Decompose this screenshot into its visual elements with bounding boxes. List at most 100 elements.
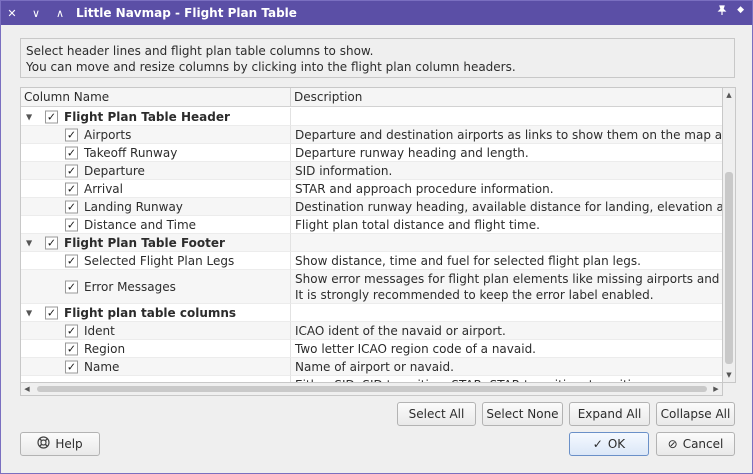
description-text: STAR and approach procedure information. xyxy=(295,181,554,196)
maximize-icon[interactable]: ∧ xyxy=(52,5,68,21)
row-label: Selected Flight Plan Legs xyxy=(84,253,235,268)
tree-group-row[interactable]: ▼ ✓ Flight Plan Table Header xyxy=(21,108,722,126)
column-name-cell: ✓ Selected Flight Plan Legs xyxy=(21,252,291,270)
row-checkbox[interactable]: ✓ xyxy=(45,236,58,249)
ok-button[interactable]: ✓ OK xyxy=(569,432,649,456)
description-cell: STAR and approach procedure information. xyxy=(291,180,722,198)
vertical-scroll-thumb[interactable] xyxy=(725,172,733,364)
help-label: Help xyxy=(55,437,83,451)
row-checkbox[interactable]: ✓ xyxy=(65,280,78,293)
tree-row[interactable]: ✓ Selected Flight Plan Legs Show distance,… xyxy=(21,252,722,270)
row-checkbox[interactable]: ✓ xyxy=(65,342,78,355)
row-label: Distance and Time xyxy=(84,217,197,232)
expand-arrow-icon[interactable]: ▼ xyxy=(26,308,32,317)
horizontal-scroll-thumb[interactable] xyxy=(37,386,707,392)
row-checkbox[interactable]: ✓ xyxy=(65,254,78,267)
tree-row[interactable]: ✓ Airports Departure and destination airpo… xyxy=(21,126,722,144)
description-text: Show error messages for flight plan elem… xyxy=(295,271,722,286)
description-cell: Either SID, SID transition, STAR, STAR t… xyxy=(291,376,722,383)
description-text: ICAO ident of the navaid or airport. xyxy=(295,323,506,338)
info-line-1: Select header lines and flight plan tabl… xyxy=(26,44,374,58)
description-cell: Flight plan total distance and flight ti… xyxy=(291,216,722,234)
tree-row[interactable]: ✓ Distance and Time Flight plan total dist… xyxy=(21,216,722,234)
description-cell: Name of airport or navaid. xyxy=(291,358,722,376)
info-line-2: You can move and resize columns by click… xyxy=(26,60,516,74)
row-checkbox[interactable]: ✓ xyxy=(65,146,78,159)
description-cell: Show distance, time and fuel for selecte… xyxy=(291,252,722,270)
column-name-cell: ▼ ✓ Flight Plan Table Header xyxy=(21,108,291,126)
tree-row[interactable]: ✓ Arrival STAR and approach procedure info… xyxy=(21,180,722,198)
tree-row[interactable]: ✓ Region Two letter ICAO region code of a … xyxy=(21,340,722,358)
tree-row[interactable]: ✓ Error Messages Show error messages for f… xyxy=(21,270,722,304)
column-tree[interactable]: Column Name Description ▼ ✓ Flight Plan Ta… xyxy=(20,87,723,383)
select-none-button[interactable]: Select None xyxy=(482,402,563,426)
column-name-cell: ✓ Name xyxy=(21,358,291,376)
row-label: Flight Plan Table Header xyxy=(64,109,230,124)
cancel-button[interactable]: ⊘ Cancel xyxy=(656,432,735,456)
tree-row[interactable]: Either SID, SID transition, STAR, STAR t… xyxy=(21,376,722,383)
description-text: Name of airport or navaid. xyxy=(295,359,454,374)
row-label: Takeoff Runway xyxy=(84,145,178,160)
pin-icon[interactable] xyxy=(717,5,727,18)
tree-row[interactable]: ✓ Takeoff Runway Departure runway heading … xyxy=(21,144,722,162)
row-checkbox[interactable]: ✓ xyxy=(45,110,58,123)
row-checkbox[interactable]: ✓ xyxy=(65,128,78,141)
info-text-box: Select header lines and flight plan tabl… xyxy=(20,38,735,78)
row-label: Error Messages xyxy=(84,279,176,294)
tree-group-row[interactable]: ▼ ✓ Flight plan table columns xyxy=(21,304,722,322)
expand-arrow-icon[interactable]: ▼ xyxy=(26,112,32,121)
column-name-cell: ✓ Airports xyxy=(21,126,291,144)
column-name-header[interactable]: Column Name xyxy=(21,88,291,107)
help-button[interactable]: Help xyxy=(20,432,100,456)
description-header[interactable]: Description xyxy=(291,88,722,107)
column-name-cell: ▼ ✓ Flight Plan Table Footer xyxy=(21,234,291,252)
description-text-line-2: It is strongly recommended to keep the e… xyxy=(295,287,654,302)
horizontal-scrollbar[interactable]: ◀ ▶ xyxy=(20,383,723,396)
tree-row[interactable]: ✓ Departure SID information. xyxy=(21,162,722,180)
scroll-down-icon[interactable]: ▼ xyxy=(723,368,735,382)
collapse-all-label: Collapse All xyxy=(660,407,731,421)
select-none-label: Select None xyxy=(486,407,559,421)
description-cell: ICAO ident of the navaid or airport. xyxy=(291,322,722,340)
column-name-cell: ✓ Region xyxy=(21,340,291,358)
close-icon[interactable]: ✕ xyxy=(4,5,20,21)
description-cell: Destination runway heading, available di… xyxy=(291,198,722,216)
row-checkbox[interactable]: ✓ xyxy=(65,218,78,231)
scroll-up-icon[interactable]: ▲ xyxy=(723,88,735,102)
row-checkbox[interactable]: ✓ xyxy=(65,200,78,213)
row-checkbox[interactable]: ✓ xyxy=(65,164,78,177)
scroll-right-icon[interactable]: ▶ xyxy=(710,383,722,395)
row-label: Region xyxy=(84,341,126,356)
tree-group-row[interactable]: ▼ ✓ Flight Plan Table Footer xyxy=(21,234,722,252)
tree-row[interactable]: ✓ Ident ICAO ident of the navaid or airpor… xyxy=(21,322,722,340)
row-label: Landing Runway xyxy=(84,199,183,214)
shade-icon[interactable]: ◆ xyxy=(737,5,744,18)
collapse-all-button[interactable]: Collapse All xyxy=(656,402,735,426)
description-cell: Departure and destination airports as li… xyxy=(291,126,722,144)
description-text: Departure runway heading and length. xyxy=(295,145,529,160)
expand-arrow-icon[interactable]: ▼ xyxy=(26,238,32,247)
column-name-cell xyxy=(21,376,291,382)
select-all-button[interactable]: Select All xyxy=(397,402,476,426)
expand-all-button[interactable]: Expand All xyxy=(569,402,650,426)
row-checkbox[interactable]: ✓ xyxy=(65,324,78,337)
column-name-cell: ✓ Departure xyxy=(21,162,291,180)
title-bar: ✕ ∨ ∧ Little Navmap - Flight Plan Table … xyxy=(1,1,752,25)
row-label: Departure xyxy=(84,163,145,178)
description-cell xyxy=(291,304,722,322)
minimize-icon[interactable]: ∨ xyxy=(28,5,44,21)
vertical-scrollbar[interactable]: ▲ ▼ xyxy=(723,87,736,383)
scroll-left-icon[interactable]: ◀ xyxy=(21,383,33,395)
row-checkbox[interactable]: ✓ xyxy=(65,360,78,373)
column-name-cell: ✓ Landing Runway xyxy=(21,198,291,216)
row-label: Ident xyxy=(84,323,115,338)
column-name-cell: ✓ Error Messages xyxy=(21,270,291,304)
expand-all-label: Expand All xyxy=(577,407,642,421)
tree-row[interactable]: ✓ Landing Runway Destination runway headin… xyxy=(21,198,722,216)
row-checkbox[interactable]: ✓ xyxy=(65,182,78,195)
tree-row[interactable]: ✓ Name Name of airport or navaid. xyxy=(21,358,722,376)
description-text: Departure and destination airports as li… xyxy=(295,127,722,142)
help-icon xyxy=(37,436,50,452)
row-checkbox[interactable]: ✓ xyxy=(45,306,58,319)
column-name-cell: ✓ Ident xyxy=(21,322,291,340)
